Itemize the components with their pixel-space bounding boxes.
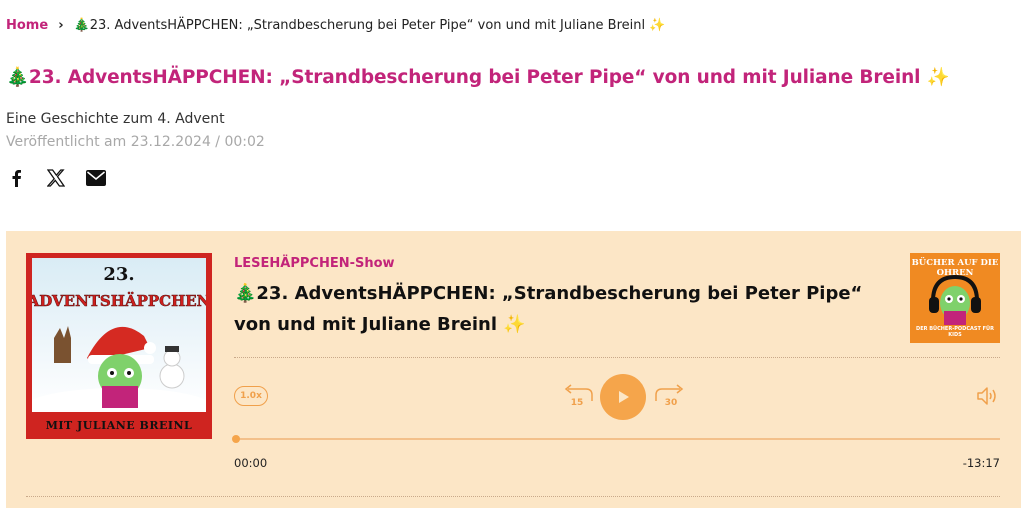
rewind-15-button[interactable]: 15 — [562, 383, 594, 409]
current-time: 00:00 — [234, 456, 268, 470]
mail-icon[interactable] — [86, 166, 106, 190]
podcast-player: 23. ADVENTSHÄPPCHEN MIT JULIANE BREINL L… — [6, 231, 1021, 508]
cover-headline: ADVENTSHÄPPCHEN — [32, 291, 206, 310]
progress-handle[interactable] — [232, 435, 240, 443]
forward-30-button[interactable]: 30 — [654, 383, 686, 409]
volume-icon[interactable] — [976, 385, 1000, 407]
show-name-link[interactable]: LESEHÄPPCHEN-Show — [234, 256, 395, 271]
podcast-logo-image: BÜCHER AUF DIE OHREN DER BÜCHER-PODCAST … — [910, 253, 1000, 343]
x-icon[interactable] — [46, 166, 66, 190]
publish-date: Veröffentlicht am 23.12.2024 / 00:02 — [6, 134, 265, 150]
breadcrumb-home-link[interactable]: Home — [6, 18, 48, 33]
page-subtitle: Eine Geschichte zum 4. Advent — [6, 111, 225, 127]
cover-footer-text: MIT JULIANE BREINL — [45, 419, 193, 432]
episode-title: 🎄23. AdventsHÄPPCHEN: „Strandbescherung … — [234, 283, 863, 335]
cover-number: 23. — [103, 264, 134, 285]
play-button[interactable] — [600, 374, 646, 420]
remaining-time: -13:17 — [962, 456, 1000, 470]
podcast-logo-tagline: DER BÜCHER-PODCAST FÜR KIDS — [916, 326, 994, 338]
divider — [26, 496, 1000, 497]
facebook-icon[interactable] — [6, 166, 26, 190]
breadcrumb-current: 🎄23. AdventsHÄPPCHEN: „Strandbescherung … — [73, 17, 666, 33]
divider — [234, 357, 1000, 358]
share-bar — [6, 166, 106, 190]
page-title: 🎄23. AdventsHÄPPCHEN: „Strandbescherung … — [6, 67, 950, 88]
forward-seconds-label: 30 — [665, 398, 678, 408]
breadcrumb-chevron-icon: › — [58, 17, 64, 33]
play-icon — [619, 391, 629, 403]
breadcrumb: Home › 🎄23. AdventsHÄPPCHEN: „Strandbesc… — [6, 15, 665, 35]
episode-cover-image: 23. ADVENTSHÄPPCHEN MIT JULIANE BREINL — [26, 253, 212, 439]
rewind-seconds-label: 15 — [571, 398, 584, 408]
progress-bar[interactable] — [236, 438, 1000, 440]
playback-speed-button[interactable]: 1.0x — [234, 386, 268, 406]
cover-illustration: 23. ADVENTSHÄPPCHEN — [32, 258, 206, 412]
